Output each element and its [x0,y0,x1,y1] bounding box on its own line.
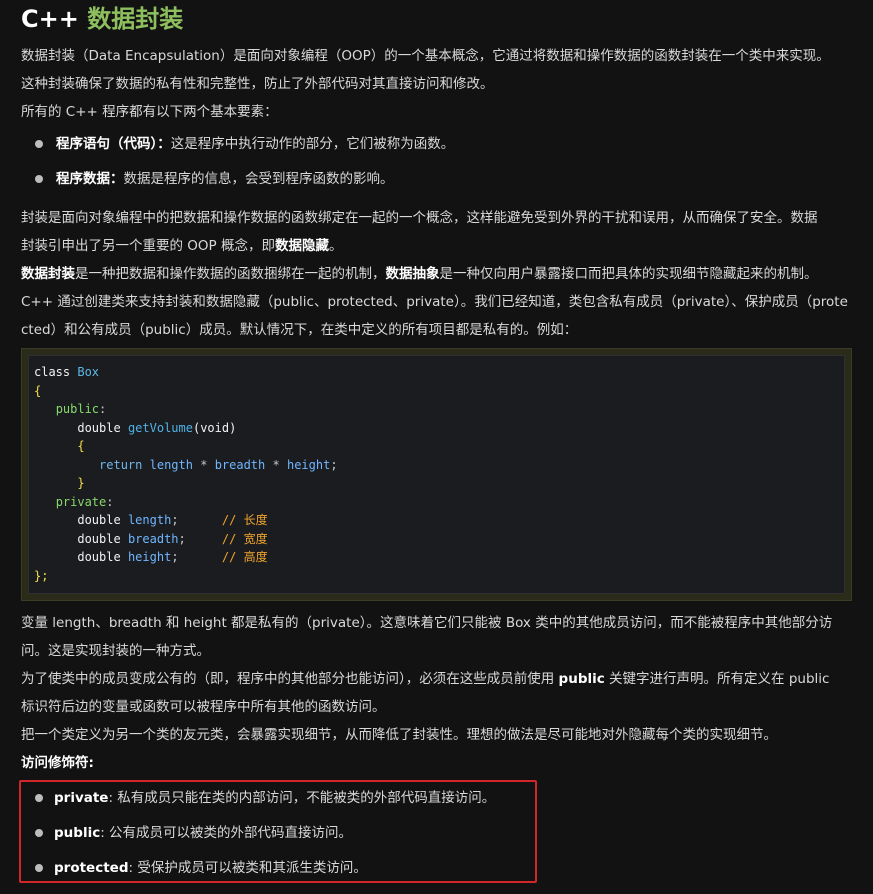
data-hiding-term: 数据隐藏 [274,238,329,254]
list-item: public: 公有成员可以被类的外部代码直接访问。 [21,823,535,843]
modifier-name: private [54,790,109,806]
para2-line-1: 封装是面向对象编程中的把数据和操作数据的函数绑定在一起的一个概念，这样能避免受到… [21,210,818,226]
para5-line-1: 变量 length、breadth 和 height 都是私有的（private… [21,615,833,631]
para4-line-2: cted）和公有成员（public）成员。默认情况下，在类中定义的所有项目都是私… [21,322,578,338]
intro-line-3: 所有的 C++ 程序都有以下两个基本要素： [21,104,278,120]
title-text: 数据封装 [87,5,184,33]
intro-line-1: 数据封装（Data Encapsulation）是面向对象编程（OOP）的一个基… [21,48,830,64]
para6-line-2: 标识符后边的变量或函数可以被程序中所有其他的函数访问。 [21,699,386,715]
para7: 把一个类定义为另一个类的友元类，会暴露实现细节，从而降低了封装性。理想的做法是尽… [21,727,777,743]
code-block[interactable]: class Box { public: double getVolume(voi… [28,355,845,594]
element-term: 程序数据： [56,171,124,187]
element-term: 程序语句（代码）： [56,136,171,152]
article: C++ 数据封装 数据封装（Data Encapsulation）是面向对象编程… [0,0,873,894]
modifier-desc: : 受保护成员可以被类和其派生类访问。 [128,860,367,876]
para5-line-2: 问。这是实现封装的一种方式。 [21,643,210,659]
encapsulation-term: 数据封装 [21,266,75,282]
element-desc: 数据是程序的信息，会受到程序函数的影响。 [123,171,394,187]
code-example: class Box { public: double getVolume(voi… [21,348,852,601]
access-heading: 访问修饰符: [21,755,94,771]
modifier-name: protected [54,860,129,876]
public-keyword: public [558,671,605,687]
access-modifiers-list: private: 私有成员只能在类的内部访问，不能被类的外部代码直接访问。 pu… [21,782,535,878]
page-title: C++ 数据封装 [21,0,852,42]
list-item: private: 私有成员只能在类的内部访问，不能被类的外部代码直接访问。 [21,788,535,808]
abstraction-term: 数据抽象 [385,266,440,282]
code-class-name: Box [77,365,100,379]
list-item: 程序语句（代码）：这是程序中执行动作的部分，它们被称为函数。 [21,134,852,154]
element-desc: 这是程序中执行动作的部分，它们被称为函数。 [170,136,455,152]
code-function-name: getVolume [127,420,193,435]
intro-line-2: 这种封装确保了数据的私有性和完整性，防止了外部代码对其直接访问和修改。 [21,76,494,92]
modifier-name: public [54,825,101,841]
para6-line-1: 为了使类中的成员变成公有的（即，程序中的其他部分也能访问），必须在这些成员前使用… [21,671,830,687]
elements-list: 程序语句（代码）：这是程序中执行动作的部分，它们被称为函数。 程序数据：数据是程… [21,134,852,189]
list-item: protected: 受保护成员可以被类和其派生类访问。 [21,858,535,878]
access-modifiers-highlight: private: 私有成员只能在类的内部访问，不能被类的外部代码直接访问。 pu… [19,780,537,883]
para3: 数据封装是一种把数据和操作数据的函数捆绑在一起的机制，数据抽象是一种仅向用户暴露… [21,266,818,282]
title-cpp: C++ [21,5,79,33]
modifier-desc: : 公有成员可以被类的外部代码直接访问。 [100,825,353,841]
list-item: 程序数据：数据是程序的信息，会受到程序函数的影响。 [21,169,852,189]
para4-line-1: C++ 通过创建类来支持封装和数据隐藏（public、protected、pri… [21,294,848,310]
modifier-desc: : 私有成员只能在类的内部访问，不能被类的外部代码直接访问。 [108,790,496,806]
para2-line-2: 封装引申出了另一个重要的 OOP 概念，即数据隐藏。 [21,238,343,254]
